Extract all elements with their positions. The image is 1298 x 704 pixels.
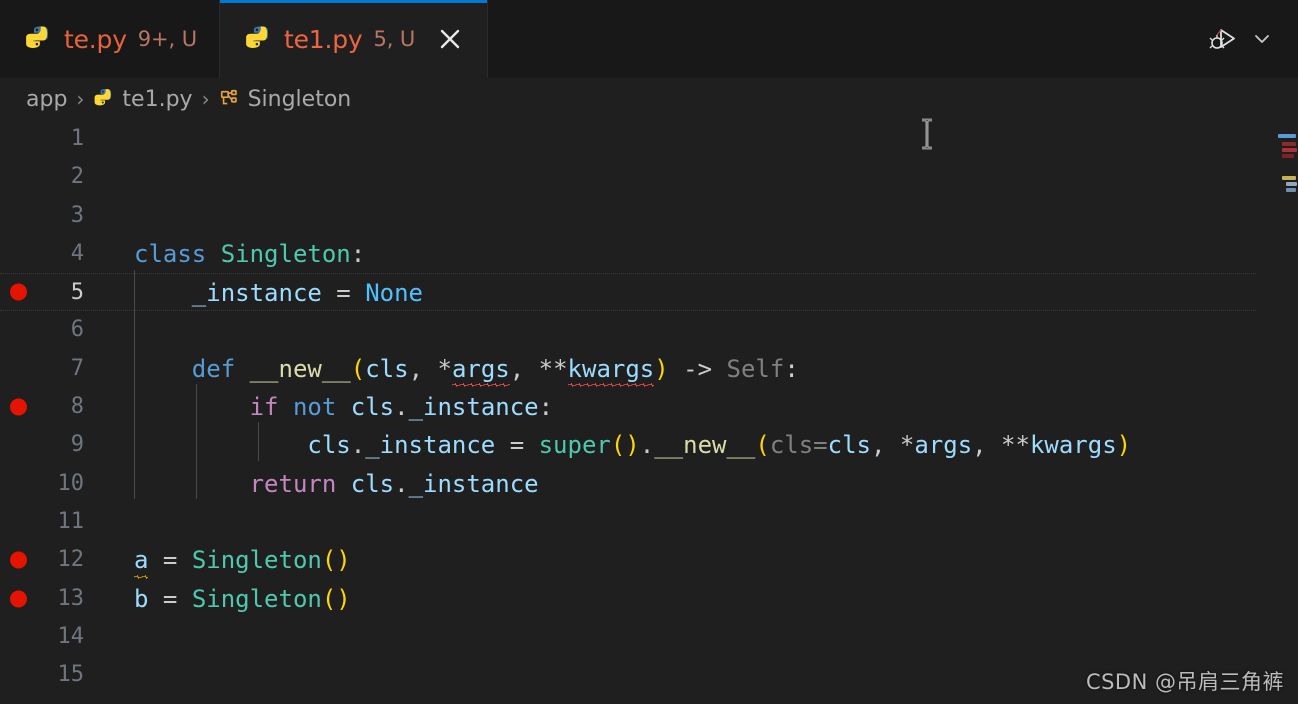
error-squiggle: kwargs <box>567 350 654 388</box>
run-debug-icon[interactable] <box>1206 21 1242 57</box>
line-number: 6 <box>70 317 84 343</box>
code-line[interactable]: 5 _instance = None <box>0 273 1298 312</box>
minimap-line <box>1282 142 1296 146</box>
line-content: cls._instance = super().__new__(cls=cls,… <box>307 431 1132 460</box>
editor-tab-bar: te.py 9+, U te1.py 5, U <box>0 0 1298 78</box>
line-content: _instance = None <box>191 279 423 308</box>
code-line[interactable]: 11 <box>0 503 1298 541</box>
code-line[interactable]: 6 <box>0 311 1298 349</box>
breadcrumb-item-te1-py[interactable]: te1.py <box>93 86 193 112</box>
code-line[interactable]: 8 if not cls._instance: <box>0 388 1298 426</box>
code-line[interactable]: 14 <box>0 618 1298 656</box>
line-content: if not cls._instance: <box>249 393 554 422</box>
code-line[interactable]: 7 def __new__(cls, *args, **kwargs) -> S… <box>0 350 1298 388</box>
symbol-class-icon <box>220 89 237 105</box>
code-line[interactable]: 1 <box>0 120 1298 158</box>
line-content: class Singleton: <box>134 239 366 268</box>
editor-tab-te1-py[interactable]: te1.py 5, U <box>218 0 489 78</box>
python-file-icon <box>95 89 112 106</box>
minimap[interactable] <box>1256 120 1298 704</box>
line-content: return cls._instance <box>249 469 539 498</box>
line-number: 14 <box>57 623 85 649</box>
minimap-line <box>1278 134 1296 138</box>
line-number: 2 <box>70 164 84 190</box>
line-number: 3 <box>70 202 84 228</box>
breadcrumb-label: app <box>26 86 68 112</box>
line-content: a = Singleton() <box>134 541 351 579</box>
warning-squiggle: a <box>134 541 149 579</box>
editor-tab-label: te.py <box>64 24 127 54</box>
line-number: 13 <box>57 585 85 611</box>
code-line[interactable]: 2 <box>0 158 1298 196</box>
breadcrumb-item-singleton[interactable]: Singleton <box>219 86 352 112</box>
line-number: 1 <box>70 126 84 151</box>
line-number: 15 <box>57 662 85 688</box>
line-number: 4 <box>70 240 84 266</box>
editor-tab-badge: 5, U <box>373 27 416 51</box>
minimap-line <box>1286 188 1296 192</box>
breadcrumb-label: te1.py <box>122 86 193 112</box>
watermark: CSDN @吊肩三角裤 <box>1085 670 1284 694</box>
python-file-icon <box>26 25 48 48</box>
error-squiggle: args <box>451 350 510 388</box>
line-number: 5 <box>70 280 84 306</box>
code-line[interactable]: 10 return cls._instance <box>0 465 1298 503</box>
vscode-window: te.py 9+, U te1.py 5, U app › te1.py › S… <box>0 0 1298 704</box>
line-number: 12 <box>57 547 85 573</box>
line-content: b = Singleton() <box>134 584 351 613</box>
minimap-line <box>1286 182 1297 186</box>
code-line[interactable]: 3 <box>0 197 1298 235</box>
python-file-icon <box>246 25 268 48</box>
editor-tab-label: te1.py <box>283 24 363 54</box>
close-icon[interactable] <box>435 24 465 54</box>
line-number: 8 <box>70 394 84 420</box>
breadcrumb-item-app[interactable]: app <box>26 87 67 112</box>
line-number: 9 <box>70 432 84 458</box>
code-line[interactable]: 13 b = Singleton() <box>0 580 1298 618</box>
minimap-line <box>1282 154 1294 158</box>
line-content: def __new__(cls, *args, **kwargs) -> Sel… <box>134 350 799 388</box>
breadcrumb: app › te1.py › Singleton <box>0 78 1298 120</box>
code-line[interactable]: 4 class Singleton: <box>0 235 1298 273</box>
editor-tab-badge: 9+, U <box>137 27 197 51</box>
breadcrumb-separator: › <box>201 87 210 111</box>
minimap-line <box>1282 176 1296 180</box>
code-line[interactable]: 12 a = Singleton() <box>0 541 1298 579</box>
code-lines: 1 2 3 4 class Singleton: 5 _instance = N… <box>0 120 1298 694</box>
chevron-down-icon[interactable] <box>1244 21 1280 57</box>
breadcrumb-label: Singleton <box>247 86 352 112</box>
code-line[interactable]: 9 cls._instance = super().__new__(cls=cl… <box>0 426 1298 464</box>
code-editor[interactable]: 1 2 3 4 class Singleton: 5 _instance = N… <box>0 120 1298 704</box>
line-number: 10 <box>57 470 85 496</box>
editor-tab-te-py[interactable]: te.py 9+, U <box>0 0 219 78</box>
minimap-line <box>1282 148 1297 152</box>
breadcrumb-separator: › <box>76 87 85 111</box>
line-number: 7 <box>70 355 84 381</box>
line-number: 11 <box>57 508 85 534</box>
editor-action-bar <box>1206 0 1290 78</box>
